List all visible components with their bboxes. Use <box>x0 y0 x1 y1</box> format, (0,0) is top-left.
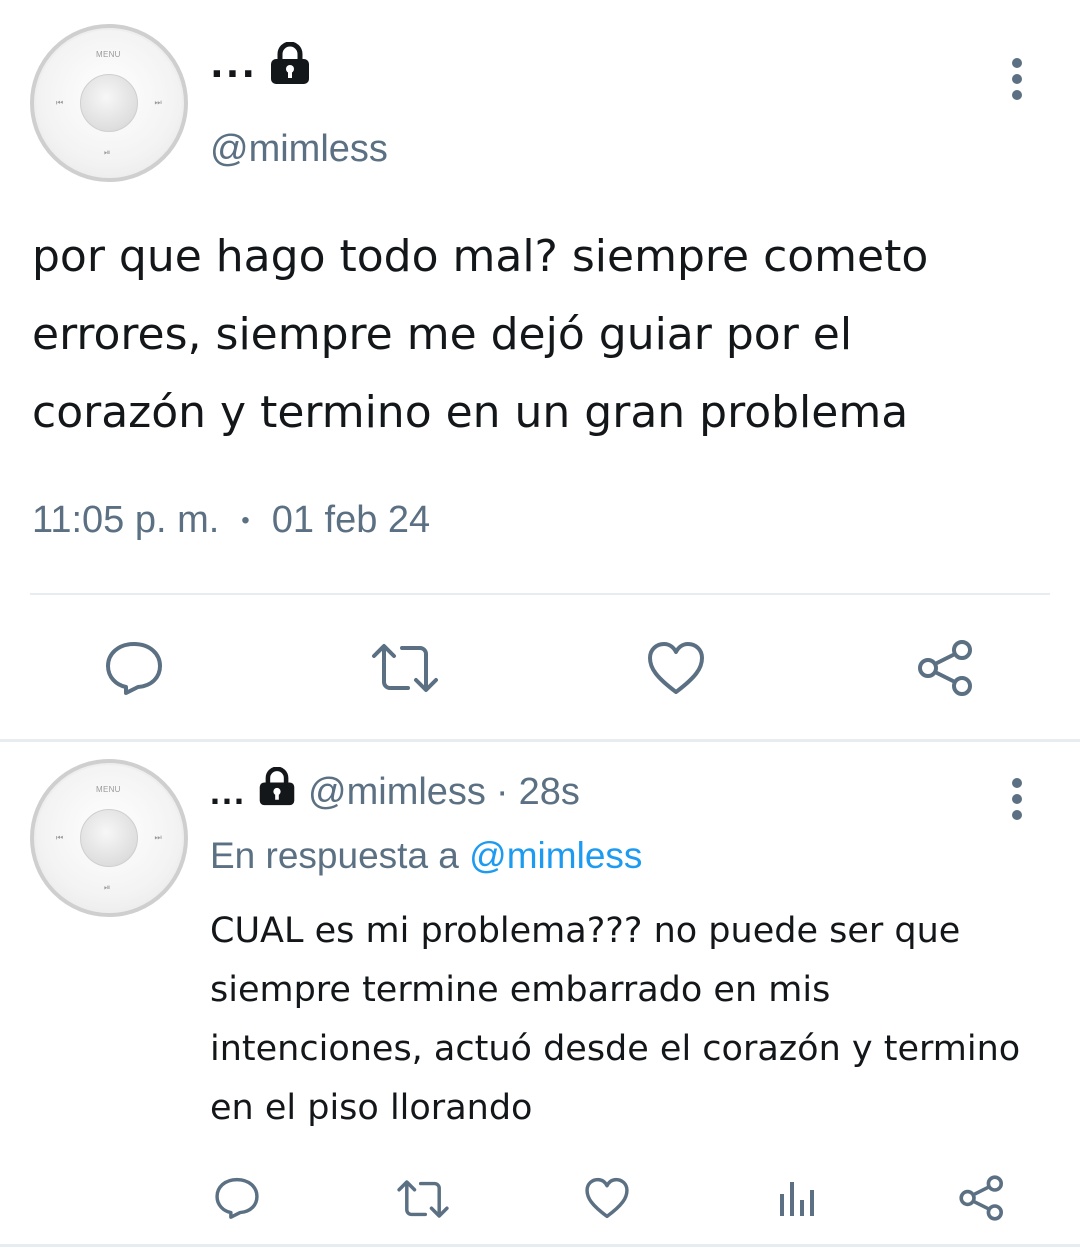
meta-separator: • <box>241 506 250 534</box>
avatar-center-button <box>80 809 138 867</box>
avatar-play-glyph: ⏯ <box>104 883 111 892</box>
retweet-icon[interactable] <box>396 1178 450 1220</box>
user-handle[interactable]: @mimless <box>210 128 388 171</box>
avatar-next-glyph: ⏭ <box>154 98 162 107</box>
reply-text: CUAL es mi problema??? no puede ser que … <box>210 911 1021 1128</box>
display-name[interactable]: ... <box>210 48 257 84</box>
retweet-icon[interactable] <box>370 642 440 694</box>
reply-display-name[interactable]: ... <box>210 774 246 810</box>
lock-icon <box>269 41 311 90</box>
avatar-menu-label: MENU <box>96 50 121 59</box>
avatar[interactable]: MENU ⏮ ⏭ ⏯ <box>30 24 188 182</box>
avatar-prev-glyph: ⏮ <box>56 833 64 842</box>
section-divider <box>0 739 1080 742</box>
divider <box>30 593 1050 595</box>
reply-header-row: ... @mimless · 28s <box>210 766 580 817</box>
tweet-text: por que hago todo mal? siempre cometo er… <box>32 231 929 438</box>
analytics-icon[interactable] <box>776 1178 816 1218</box>
heart-icon[interactable] <box>646 640 706 696</box>
tweet-date: 01 feb 24 <box>271 499 431 541</box>
reply-avatar[interactable]: MENU ⏮ ⏭ ⏯ <box>30 759 188 917</box>
avatar-center-button <box>80 74 138 132</box>
reply-handle[interactable]: @mimless <box>308 771 486 814</box>
avatar-prev-glyph: ⏮ <box>56 98 64 107</box>
reply-age: 28s <box>518 770 580 813</box>
user-name-row: ... <box>210 41 311 90</box>
reply-icon[interactable] <box>104 640 164 696</box>
share-icon[interactable] <box>916 638 976 698</box>
reply-dot-separator: · <box>495 770 509 813</box>
avatar-next-glyph: ⏭ <box>154 833 162 842</box>
reply-icon[interactable] <box>214 1176 260 1220</box>
avatar-play-glyph: ⏯ <box>104 148 111 157</box>
bottom-divider <box>0 1244 1080 1247</box>
heart-icon[interactable] <box>584 1176 630 1220</box>
more-vertical-icon[interactable] <box>1011 778 1023 826</box>
tweet-timestamp-row: 11:05 p. m. • 01 feb 24 <box>32 499 430 542</box>
lock-icon <box>256 766 298 817</box>
reply-to-handle-link[interactable]: @mimless <box>469 835 642 876</box>
more-vertical-icon[interactable] <box>1011 58 1023 106</box>
avatar-menu-label: MENU <box>96 785 121 794</box>
reply-to-line: En respuesta a @mimless <box>210 835 642 877</box>
share-icon[interactable] <box>958 1174 1006 1222</box>
reply-to-prefix: En respuesta a <box>210 835 459 876</box>
tweet-time: 11:05 p. m. <box>32 499 220 541</box>
